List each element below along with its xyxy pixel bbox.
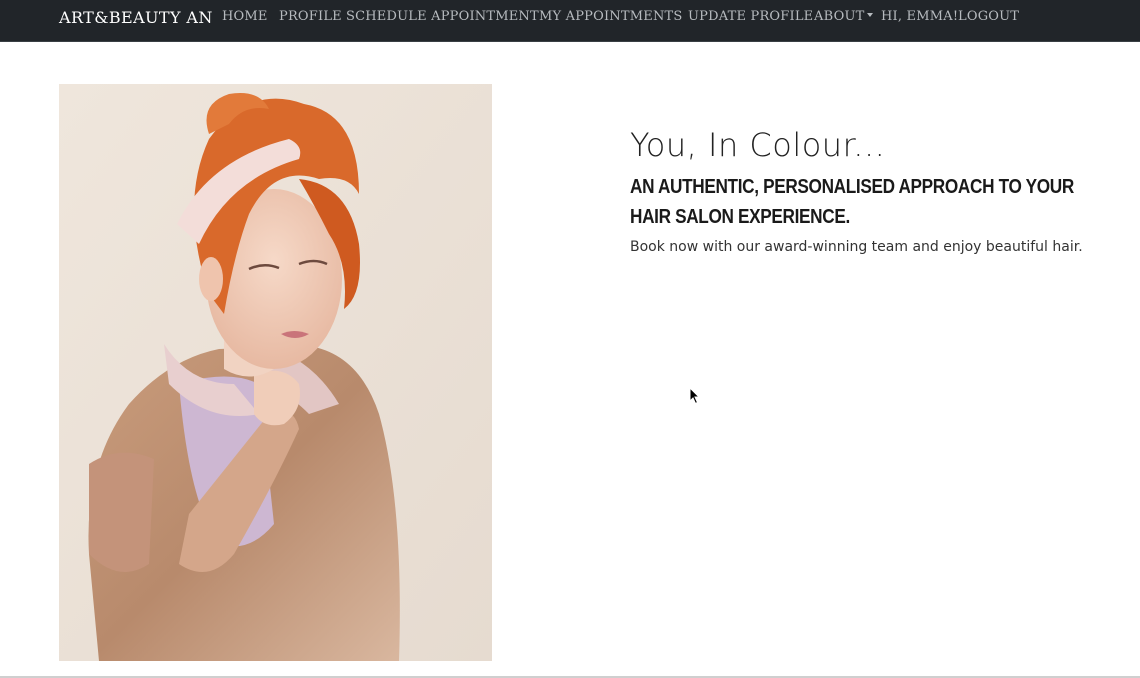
nav-link-profile[interactable]: PROFILE [279,9,342,24]
brand-logo-link[interactable]: ART&BEAUTY AN [59,8,213,27]
nav-dropdown-about-label: ABOUT [814,9,865,24]
top-navbar: ART&BEAUTY AN HOME PROFILE SCHEDULE APPO… [0,0,1140,42]
hero-subtitle: AN AUTHENTIC, PERSONALISED APPROACH TO Y… [630,176,1074,228]
nav-dropdown-about[interactable]: ABOUT [814,9,874,24]
nav-link-logout[interactable]: LOGOUT [958,9,1019,24]
nav-link-update-profile[interactable]: UPDATE PROFILE [688,9,813,24]
hero-title: You, In Colour... [630,126,886,164]
caret-down-icon [867,12,874,17]
nav-link-my-appointments[interactable]: MY APPOINTMENTS [539,9,683,24]
hero-body-text: Book now with our award-winning team and… [630,239,1083,255]
nav-link-schedule-appointment[interactable]: SCHEDULE APPOINTMENT [346,9,539,24]
mouse-pointer-icon [689,387,701,405]
nav-link-home[interactable]: HOME [222,9,268,24]
hero-portrait-image [59,84,492,661]
nav-greeting: HI, EMMA! [881,9,959,24]
